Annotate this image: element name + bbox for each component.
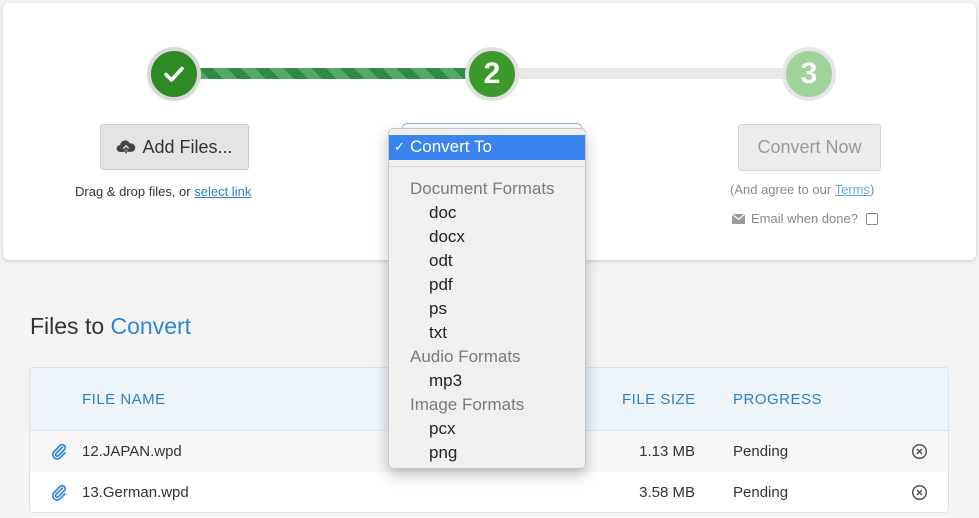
dropdown-option-png[interactable]: png bbox=[389, 441, 585, 465]
paperclip-icon bbox=[51, 484, 67, 501]
terms-notice: (And agree to our Terms) bbox=[730, 182, 874, 197]
dropdown-option-mp3[interactable]: mp3 bbox=[389, 369, 585, 393]
optgroup-image-formats: Image Formats bbox=[410, 395, 525, 414]
file-progress: Pending bbox=[733, 484, 789, 501]
select-link[interactable]: select link bbox=[194, 184, 251, 199]
dropdown-option-pcx[interactable]: pcx bbox=[389, 417, 585, 441]
file-progress: Pending bbox=[733, 443, 789, 460]
paperclip-icon bbox=[51, 443, 67, 460]
envelope-icon bbox=[732, 213, 745, 224]
column-file-name: FILE NAME bbox=[82, 391, 166, 408]
step-3-indicator: 3 bbox=[782, 47, 836, 101]
add-files-label: Add Files... bbox=[142, 136, 233, 157]
checkmark-icon: ✓ bbox=[394, 139, 405, 154]
terms-link[interactable]: Terms bbox=[835, 182, 870, 197]
convert-to-dropdown-menu: ✓ Convert To Document Formats doc docx o… bbox=[388, 128, 586, 469]
agree-prefix: (And agree to our bbox=[730, 182, 832, 197]
email-label: Email when done? bbox=[751, 211, 858, 226]
files-heading: Files to Convert bbox=[30, 313, 191, 340]
add-files-button[interactable]: Add Files... bbox=[100, 124, 249, 170]
files-heading-accent: Convert bbox=[110, 313, 192, 339]
optgroup-audio-formats: Audio Formats bbox=[410, 347, 521, 366]
dropdown-separator bbox=[389, 166, 585, 167]
column-file-size: FILE SIZE bbox=[622, 391, 696, 408]
email-checkbox[interactable] bbox=[865, 212, 878, 225]
column-progress: PROGRESS bbox=[733, 391, 823, 408]
file-size: 1.13 MB bbox=[639, 443, 695, 460]
dropdown-option-doc[interactable]: doc bbox=[389, 201, 585, 225]
remove-circle-icon[interactable] bbox=[911, 484, 928, 501]
dropdown-option-ps[interactable]: ps bbox=[389, 297, 585, 321]
cloud-upload-icon bbox=[117, 140, 136, 154]
agree-suffix: ) bbox=[869, 182, 875, 197]
optgroup-document-formats: Document Formats bbox=[410, 179, 555, 198]
table-row: 13.German.wpd 3.58 MB Pending bbox=[30, 472, 948, 512]
dropdown-option-convert-to[interactable]: ✓ Convert To bbox=[389, 135, 585, 160]
file-name: 13.German.wpd bbox=[82, 484, 189, 501]
progress-track-remaining bbox=[503, 68, 803, 79]
email-when-done: Email when done? bbox=[732, 211, 878, 226]
progress-track-complete bbox=[181, 68, 481, 79]
drag-drop-hint: Drag & drop files, or select link bbox=[75, 184, 251, 199]
dropdown-option-odt[interactable]: odt bbox=[389, 249, 585, 273]
file-size: 3.58 MB bbox=[639, 484, 695, 501]
dropdown-option-txt[interactable]: txt bbox=[389, 321, 585, 345]
files-heading-prefix: Files to bbox=[30, 313, 105, 339]
convert-now-button[interactable]: Convert Now bbox=[738, 124, 881, 171]
step-1-check-icon bbox=[147, 47, 201, 101]
dropdown-option-docx[interactable]: docx bbox=[389, 225, 585, 249]
dropdown-option-label: Convert To bbox=[410, 137, 492, 156]
drag-drop-text: Drag & drop files, or bbox=[75, 184, 191, 199]
step-2-indicator: 2 bbox=[465, 47, 519, 101]
remove-circle-icon[interactable] bbox=[911, 443, 928, 460]
file-name: 12.JAPAN.wpd bbox=[82, 443, 182, 460]
dropdown-option-pdf[interactable]: pdf bbox=[389, 273, 585, 297]
